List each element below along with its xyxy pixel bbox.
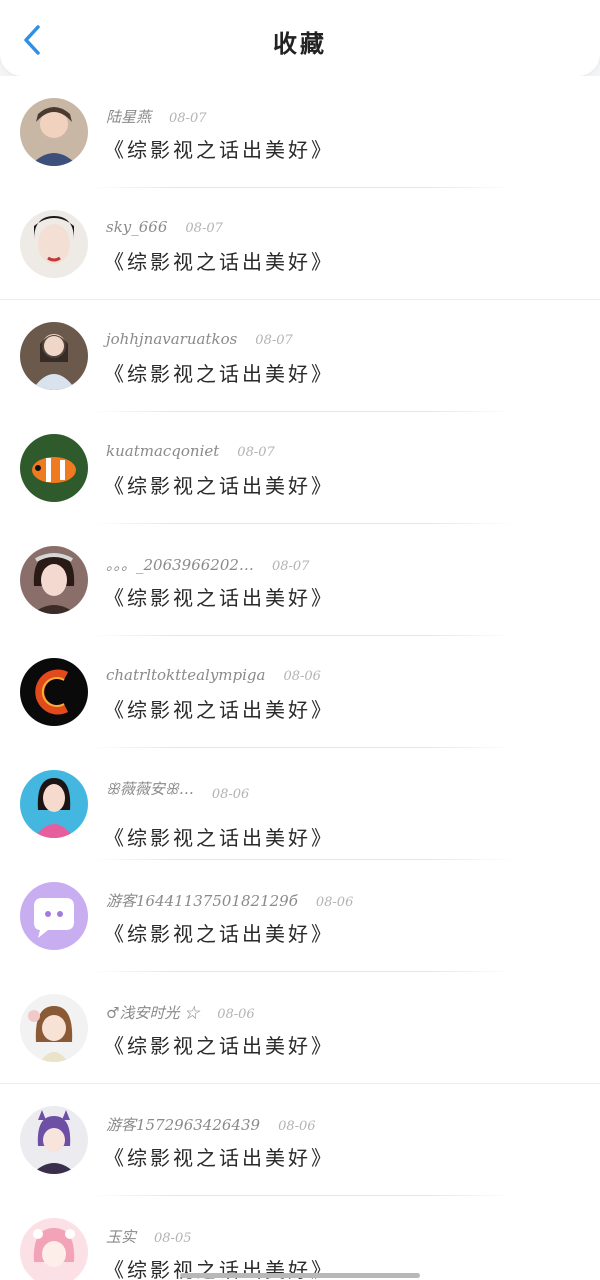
date: 08-05 [154,1231,192,1246]
list-item[interactable]: chatrltokttealympiga 08-06 《综影视之话出美好》 [0,636,600,748]
date: 08-06 [278,1119,316,1134]
home-indicator[interactable] [180,1273,420,1278]
username: kuatmacqoniet [106,442,220,460]
avatar [20,1106,88,1174]
avatar [20,994,88,1062]
date: 08-06 [217,1007,255,1022]
username: 游客1644113750182129б [106,892,298,910]
book-title: 《综影视之话出美好》 [104,586,334,610]
avatar [20,770,88,838]
avatar [20,658,88,726]
chat-bubble-icon [20,882,88,950]
list-item[interactable]: kuatmacqoniet 08-07 《综影视之话出美好》 [0,412,600,524]
list-item[interactable]: ♂浅安时光 ☆ 08-06 《综影视之话出美好》 [0,972,600,1084]
avatar [20,322,88,390]
top-bar: 收藏 [0,0,600,76]
avatar [20,882,88,950]
date: 08-07 [185,221,223,236]
username: johhjnavaruatkos [106,330,238,348]
list-item[interactable]: sky_666 08-07 《综影视之话出美好》 [0,188,600,300]
book-title: 《综影视之话出美好》 [104,1034,334,1058]
avatar [20,434,88,502]
list-item[interactable]: 玉实 08-05 《综影视之话出美好》 [0,1196,600,1280]
book-title: 《综影视之话出美好》 [104,922,334,946]
book-title: 《综影视之话出美好》 [104,1146,334,1170]
username: 游客1572963426439 [106,1116,261,1134]
list-item[interactable]: 游客1572963426439 08-06 《综影视之话出美好》 [0,1084,600,1196]
book-title: 《综影视之话出美好》 [104,362,334,386]
avatar [20,546,88,614]
username: 玉实 [106,1228,137,1246]
username: ♂浅安时光 ☆ [106,1004,200,1022]
date: 08-06 [211,787,250,802]
username: 陆星燕 [106,108,152,126]
date: 08-07 [237,445,275,460]
list-item[interactable]: ꕥ薇薇安ꕥ… 08-06 《综影视之话出美好》 [0,748,600,860]
book-title: 《综影视之话出美好》 [104,826,334,850]
book-title: 《综影视之话出美好》 [104,698,334,722]
avatar [20,1218,88,1280]
book-title: 《综影视之话出美好》 [104,138,334,162]
avatar [20,98,88,166]
username: ꕥ薇薇安ꕥ… [106,780,194,798]
date: 08-07 [255,333,293,348]
book-title: 《综影视之话出美好》 [104,250,334,274]
favorites-list: 陆星燕 08-07 《综影视之话出美好》 sky_666 08-07 《综影视之… [0,76,600,1280]
avatar [20,210,88,278]
date: 08-06 [315,895,354,910]
username: 。。。_2063966202… [106,556,254,574]
list-item[interactable]: johhjnavaruatkos 08-07 《综影视之话出美好》 [0,300,600,412]
username: sky_666 [106,218,168,236]
date: 08-07 [271,559,310,574]
list-item[interactable]: 陆星燕 08-07 《综影视之话出美好》 [0,76,600,188]
username: chatrltokttealympiga [106,666,266,684]
date: 08-06 [283,669,321,684]
book-title: 《综影视之话出美好》 [104,474,334,498]
list-item[interactable]: 游客1644113750182129б 08-06 《综影视之话出美好》 [0,860,600,972]
list-item[interactable]: 。。。_2063966202… 08-07 《综影视之话出美好》 [0,524,600,636]
page-title: 收藏 [273,30,327,58]
date: 08-07 [169,111,207,126]
